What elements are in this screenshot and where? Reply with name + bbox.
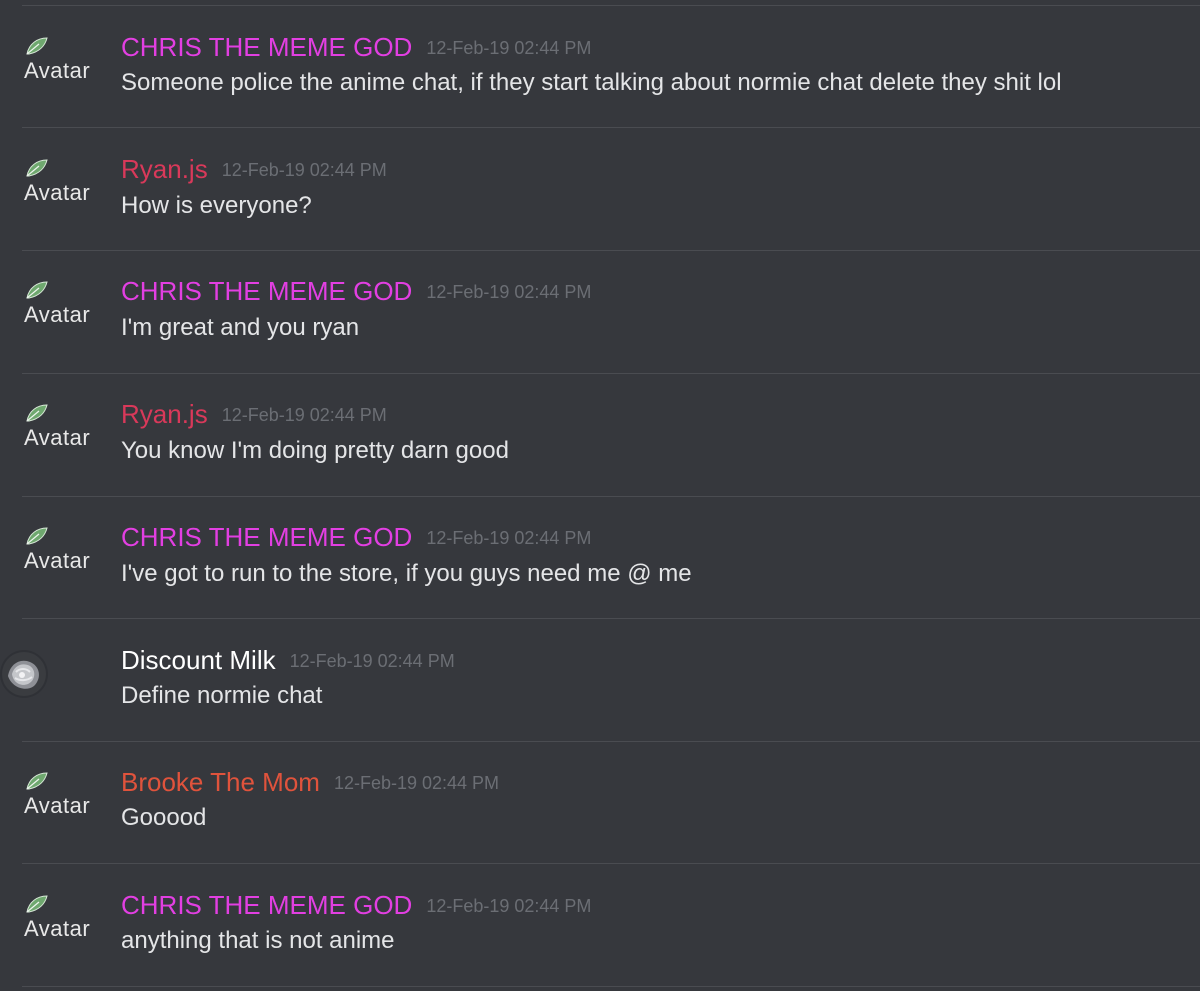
- broken-image-icon: [26, 527, 48, 545]
- broken-image-icon: [26, 772, 48, 790]
- message-text: Define normie chat: [121, 682, 323, 709]
- username[interactable]: Ryan.js: [121, 399, 208, 429]
- message-header: CHRIS THE MEME GOD 12-Feb-19 02:44 PM: [121, 32, 591, 63]
- message-text: Someone police the anime chat, if they s…: [121, 69, 1062, 96]
- broken-image-icon: [26, 159, 48, 177]
- username[interactable]: CHRIS THE MEME GOD: [121, 522, 412, 552]
- chat-message: Avatar CHRIS THE MEME GOD 12-Feb-19 02:44…: [0, 251, 1200, 373]
- username[interactable]: CHRIS THE MEME GOD: [121, 890, 412, 920]
- message-header: Discount Milk 12-Feb-19 02:44 PM: [121, 645, 455, 676]
- divider: [22, 863, 1200, 864]
- timestamp: 12-Feb-19 02:44 PM: [221, 405, 387, 425]
- message-text: Gooood: [121, 804, 207, 831]
- timestamp: 12-Feb-19 02:44 PM: [333, 773, 500, 793]
- message-text: You know I'm doing pretty darn good: [121, 437, 509, 464]
- message-header: Ryan.js 12-Feb-19 02:44 PM: [121, 399, 387, 430]
- avatar-alt-text: Avatar: [24, 425, 91, 450]
- chat-message: Avatar CHRIS THE MEME GOD 12-Feb-19 02:44…: [0, 865, 1200, 987]
- username[interactable]: Ryan.js: [121, 154, 208, 184]
- avatar[interactable]: Avatar: [22, 158, 102, 218]
- timestamp: 12-Feb-19 02:44 PM: [221, 160, 387, 180]
- username[interactable]: Brooke The Mom: [121, 767, 320, 797]
- avatar-alt-text: Avatar: [24, 180, 91, 205]
- divider: [22, 618, 1200, 619]
- avatar[interactable]: Avatar: [22, 771, 102, 831]
- chat-message-list: Avatar CHRIS THE MEME GOD 12-Feb-19 02:44…: [0, 0, 1200, 991]
- timestamp: 12-Feb-19 02:44 PM: [426, 896, 592, 916]
- avatar-alt-text: Avatar: [24, 916, 91, 941]
- broken-image-icon: [26, 281, 48, 299]
- divider: [22, 127, 1200, 128]
- message-header: CHRIS THE MEME GOD 12-Feb-19 02:44 PM: [121, 890, 591, 921]
- message-text: I'm great and you ryan: [121, 314, 360, 341]
- avatar-alt-text: Avatar: [24, 548, 91, 573]
- message-header: Ryan.js 12-Feb-19 02:44 PM: [121, 154, 387, 185]
- chat-message: Avatar Ryan.js 12-Feb-19 02:44 PM You kno…: [0, 374, 1200, 496]
- divider: [22, 986, 1200, 987]
- chat-message: Avatar CHRIS THE MEME GOD 12-Feb-19 02:44…: [0, 497, 1200, 619]
- chat-message: Avatar Ryan.js 12-Feb-19 02:44 PM How is …: [0, 129, 1200, 251]
- avatar[interactable]: Avatar: [22, 403, 102, 463]
- timestamp: 12-Feb-19 02:44 PM: [426, 38, 592, 58]
- chat-message: Discount Milk 12-Feb-19 02:44 PM Define n…: [0, 620, 1200, 742]
- timestamp: 12-Feb-19 02:44 PM: [289, 651, 455, 671]
- message-header: CHRIS THE MEME GOD 12-Feb-19 02:44 PM: [121, 522, 591, 553]
- message-header: Brooke The Mom 12-Feb-19 02:44 PM: [121, 767, 499, 798]
- message-text: How is everyone?: [121, 192, 312, 219]
- timestamp: 12-Feb-19 02:44 PM: [426, 528, 592, 548]
- username[interactable]: CHRIS THE MEME GOD: [121, 32, 412, 62]
- message-text: anything that is not anime: [121, 927, 395, 954]
- broken-image-icon: [26, 404, 48, 422]
- avatar[interactable]: Avatar: [22, 894, 102, 954]
- avatar-alt-text: Avatar: [24, 793, 91, 818]
- message-text: I've got to run to the store, if you guy…: [121, 560, 692, 587]
- user-photo-icon: [2, 652, 46, 696]
- avatar[interactable]: [0, 650, 48, 698]
- broken-image-icon: [26, 895, 48, 913]
- message-header: CHRIS THE MEME GOD 12-Feb-19 02:44 PM: [121, 276, 591, 307]
- avatar[interactable]: Avatar: [22, 280, 102, 340]
- avatar-alt-text: Avatar: [24, 302, 91, 327]
- avatar-alt-text: Avatar: [24, 58, 91, 83]
- chat-message: Avatar CHRIS THE MEME GOD 12-Feb-19 02:44…: [0, 6, 1200, 128]
- chat-message: Avatar Brooke The Mom 12-Feb-19 02:44 PM …: [0, 742, 1200, 864]
- avatar[interactable]: Avatar: [22, 36, 102, 96]
- timestamp: 12-Feb-19 02:44 PM: [426, 282, 592, 302]
- avatar[interactable]: Avatar: [22, 526, 102, 586]
- username[interactable]: CHRIS THE MEME GOD: [121, 276, 412, 306]
- username[interactable]: Discount Milk: [121, 645, 276, 675]
- broken-image-icon: [26, 37, 48, 55]
